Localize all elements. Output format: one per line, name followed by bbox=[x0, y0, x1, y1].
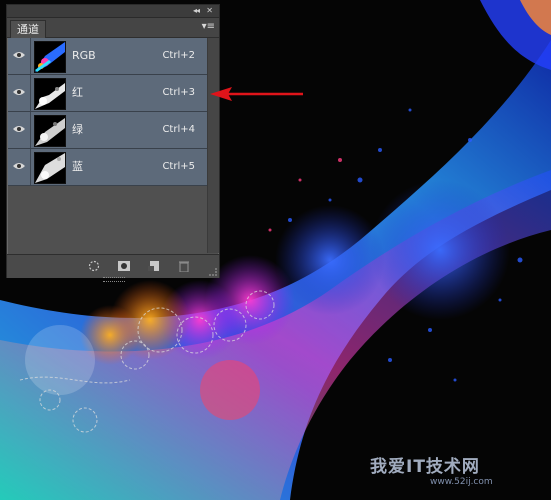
channel-row-red[interactable]: 红 Ctrl+3 bbox=[8, 75, 207, 112]
channel-name: 红 bbox=[72, 86, 83, 99]
channel-row-rgb[interactable]: RGB Ctrl+2 bbox=[8, 38, 207, 75]
channel-thumbnail-green bbox=[34, 115, 66, 147]
channel-thumbnail-red bbox=[34, 78, 66, 110]
panel-bottom-toolbar bbox=[7, 254, 219, 278]
channel-name: 蓝 bbox=[72, 160, 83, 173]
channel-row-blue[interactable]: 蓝 Ctrl+5 bbox=[8, 149, 207, 186]
channel-shortcut: Ctrl+5 bbox=[162, 161, 195, 172]
channel-shortcut: Ctrl+2 bbox=[162, 50, 195, 61]
channel-shortcut: Ctrl+4 bbox=[162, 124, 195, 135]
watermark-logo: 我爱IT技术网 bbox=[370, 457, 480, 477]
channel-list-empty-area bbox=[8, 186, 207, 253]
panel-scrollbar[interactable] bbox=[207, 38, 219, 253]
visibility-toggle[interactable] bbox=[8, 149, 31, 185]
channel-list: RGB Ctrl+2 红 Ctrl+3 绿 Ctrl+4 蓝 Ctrl+5 bbox=[8, 38, 207, 186]
load-selection-icon[interactable] bbox=[87, 260, 101, 272]
visibility-toggle[interactable] bbox=[8, 38, 31, 74]
eye-icon[interactable] bbox=[13, 125, 25, 133]
red-arrow-annotation bbox=[210, 87, 303, 101]
panel-tab-bar: 通道 ▾≡ bbox=[7, 18, 219, 38]
channel-name: RGB bbox=[72, 49, 96, 62]
eye-icon[interactable] bbox=[13, 162, 25, 170]
channel-thumbnail-rgb bbox=[34, 41, 66, 73]
visibility-toggle[interactable] bbox=[8, 112, 31, 148]
visibility-toggle[interactable] bbox=[8, 75, 31, 111]
resize-grip[interactable] bbox=[209, 268, 217, 276]
collapse-panel-icon[interactable]: ◂◂ bbox=[193, 5, 200, 17]
channel-name: 绿 bbox=[72, 123, 83, 136]
channel-thumbnail-blue bbox=[34, 152, 66, 184]
eye-icon[interactable] bbox=[13, 51, 25, 59]
new-channel-icon[interactable] bbox=[147, 260, 161, 272]
channels-panel: ◂◂ ✕ 通道 ▾≡ RGB Ctrl+2 红 Ctrl+3 绿 Ctrl+4 … bbox=[6, 4, 220, 282]
close-panel-icon[interactable]: ✕ bbox=[206, 5, 213, 17]
tab-channels[interactable]: 通道 bbox=[10, 20, 46, 38]
panel-menu-icon[interactable]: ▾≡ bbox=[202, 21, 215, 33]
panel-resize-handle[interactable] bbox=[103, 277, 125, 282]
watermark-url: www.52ij.com bbox=[430, 477, 493, 487]
save-selection-mask-icon[interactable] bbox=[117, 260, 131, 272]
panel-title-bar[interactable]: ◂◂ ✕ bbox=[7, 5, 219, 18]
eye-icon[interactable] bbox=[13, 88, 25, 96]
channel-row-green[interactable]: 绿 Ctrl+4 bbox=[8, 112, 207, 149]
channel-shortcut: Ctrl+3 bbox=[162, 87, 195, 98]
delete-channel-icon[interactable] bbox=[177, 260, 191, 272]
